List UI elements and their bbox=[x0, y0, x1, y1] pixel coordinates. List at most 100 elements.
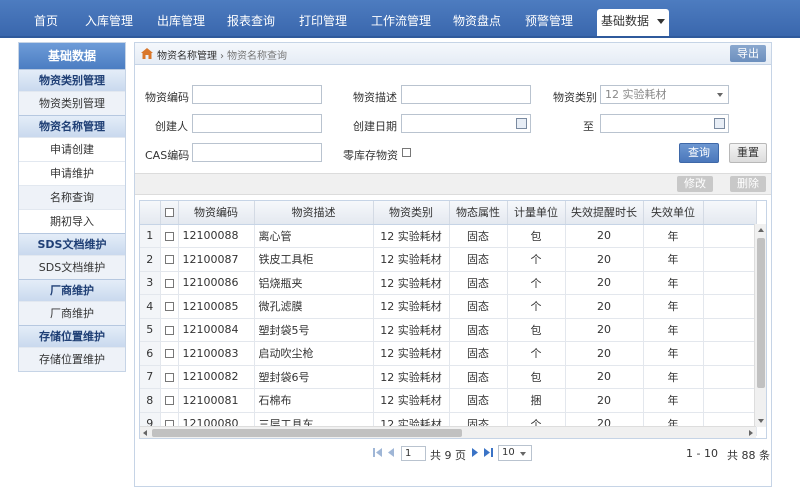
cas-label: CAS编码 bbox=[145, 149, 190, 162]
chevron-down-icon bbox=[520, 452, 526, 456]
page-number-input[interactable]: 1 bbox=[401, 446, 426, 461]
row-checkbox[interactable] bbox=[164, 278, 174, 288]
header-code[interactable]: 物资编码 bbox=[178, 201, 255, 225]
nav-outbound[interactable]: 出库管理 bbox=[150, 9, 212, 34]
table-row[interactable]: 6 12100083 启动吹尘枪 12 实验耗材 固态个 20 年 bbox=[140, 341, 757, 366]
category-select-value: 12 实验耗材 bbox=[605, 88, 667, 101]
cell-category: 12 实验耗材 bbox=[373, 247, 450, 272]
zero-stock-checkbox[interactable] bbox=[402, 148, 411, 157]
nav-workflow[interactable]: 工作流管理 bbox=[364, 9, 438, 34]
sidebar-group-sds[interactable]: SDS文档维护 bbox=[19, 233, 125, 255]
calendar-icon[interactable] bbox=[714, 118, 725, 129]
cell-unit: 捆 bbox=[507, 388, 566, 413]
row-select-cell[interactable] bbox=[160, 271, 179, 295]
header-rownum bbox=[140, 201, 161, 225]
page-size-select[interactable]: 10 bbox=[498, 445, 532, 461]
row-select-cell[interactable] bbox=[160, 365, 179, 389]
edit-button[interactable]: 修改 bbox=[677, 176, 713, 192]
cell-state: 固态 bbox=[449, 388, 508, 413]
prev-page-icon[interactable] bbox=[387, 448, 394, 457]
header-state[interactable]: 物态属性 bbox=[449, 201, 508, 225]
nav-inbound[interactable]: 入库管理 bbox=[78, 9, 140, 34]
scroll-up-icon[interactable] bbox=[758, 228, 764, 232]
nav-print[interactable]: 打印管理 bbox=[292, 9, 354, 34]
desc-input[interactable] bbox=[401, 85, 531, 104]
date-from-input[interactable] bbox=[401, 114, 531, 133]
cell-category: 12 实验耗材 bbox=[373, 271, 450, 295]
row-number: 7 bbox=[140, 365, 161, 389]
row-select-cell[interactable] bbox=[160, 294, 179, 319]
last-page-icon[interactable] bbox=[484, 448, 493, 457]
header-category[interactable]: 物资类别 bbox=[373, 201, 450, 225]
export-button[interactable]: 导出 bbox=[730, 45, 766, 62]
row-select-cell[interactable] bbox=[160, 388, 179, 413]
table-row[interactable]: 7 12100082 塑封袋6号 12 实验耗材 固态包 20 年 bbox=[140, 365, 757, 389]
horizontal-scrollbar[interactable] bbox=[140, 426, 756, 438]
total-records-text: 共 88 条 bbox=[727, 449, 770, 462]
row-select-cell[interactable] bbox=[160, 318, 179, 342]
nav-reports[interactable]: 报表查询 bbox=[220, 9, 282, 34]
table-row[interactable]: 4 12100085 微孔滤膜 12 实验耗材 固态个 20 年 bbox=[140, 294, 757, 319]
table-row[interactable]: 5 12100084 塑封袋5号 12 实验耗材 固态包 20 年 bbox=[140, 318, 757, 342]
row-checkbox[interactable] bbox=[164, 396, 174, 406]
nav-inventory[interactable]: 物资盘点 bbox=[446, 9, 508, 34]
scroll-down-icon[interactable] bbox=[758, 419, 764, 423]
sidebar-item-vendor[interactable]: 厂商维护 bbox=[19, 301, 125, 325]
row-checkbox[interactable] bbox=[164, 325, 174, 335]
horizontal-scroll-thumb[interactable] bbox=[152, 429, 462, 437]
row-checkbox[interactable] bbox=[164, 372, 174, 382]
scroll-left-icon[interactable] bbox=[143, 430, 147, 436]
query-button[interactable]: 查询 bbox=[679, 143, 719, 163]
row-number: 5 bbox=[140, 318, 161, 342]
next-page-icon[interactable] bbox=[472, 448, 479, 457]
nav-home[interactable]: 首页 bbox=[22, 9, 70, 34]
calendar-icon[interactable] bbox=[516, 118, 527, 129]
select-all-checkbox[interactable] bbox=[164, 208, 174, 218]
nav-basic-data[interactable]: 基础数据 bbox=[597, 9, 669, 36]
code-input[interactable] bbox=[192, 85, 322, 104]
row-checkbox[interactable] bbox=[164, 302, 174, 312]
cell-desc: 铝烧瓶夹 bbox=[254, 271, 374, 295]
category-select[interactable]: 12 实验耗材 bbox=[600, 85, 729, 104]
row-checkbox[interactable] bbox=[164, 231, 174, 241]
delete-button[interactable]: 删除 bbox=[730, 176, 766, 192]
header-filler bbox=[703, 201, 757, 225]
sidebar-group-category[interactable]: 物资类别管理 bbox=[19, 69, 125, 91]
row-select-cell[interactable] bbox=[160, 247, 179, 272]
reset-button[interactable]: 重置 bbox=[729, 143, 767, 163]
table-row[interactable]: 1 12100088 离心管 12 实验耗材 固态包 20 年 bbox=[140, 224, 757, 248]
sidebar-item-initial-import[interactable]: 期初导入 bbox=[19, 209, 125, 233]
breadcrumb-parent[interactable]: 物资名称管理 bbox=[157, 51, 217, 62]
sidebar-item-category-manage[interactable]: 物资类别管理 bbox=[19, 91, 125, 115]
nav-warning[interactable]: 预警管理 bbox=[518, 9, 580, 34]
grid-toolbar: 修改 删除 bbox=[135, 173, 771, 195]
sidebar-group-name[interactable]: 物资名称管理 bbox=[19, 115, 125, 137]
table-row[interactable]: 3 12100086 铝烧瓶夹 12 实验耗材 固态个 20 年 bbox=[140, 271, 757, 295]
table-row[interactable]: 2 12100087 铁皮工具柜 12 实验耗材 固态个 20 年 bbox=[140, 247, 757, 272]
cas-input[interactable] bbox=[192, 143, 322, 162]
header-expiry-unit[interactable]: 失效单位 bbox=[643, 201, 704, 225]
table-row[interactable]: 8 12100081 石棉布 12 实验耗材 固态捆 20 年 bbox=[140, 388, 757, 413]
sidebar-item-name-query[interactable]: 名称查询 bbox=[19, 185, 125, 209]
sidebar-group-vendor[interactable]: 厂商维护 bbox=[19, 279, 125, 301]
header-unit[interactable]: 计量单位 bbox=[507, 201, 566, 225]
row-checkbox[interactable] bbox=[164, 349, 174, 359]
vertical-scrollbar[interactable] bbox=[754, 224, 766, 427]
cell-filler bbox=[703, 224, 757, 248]
sidebar-item-apply-maintain[interactable]: 申请维护 bbox=[19, 161, 125, 185]
header-select-all[interactable] bbox=[160, 201, 179, 225]
scroll-right-icon[interactable] bbox=[749, 430, 753, 436]
sidebar-item-apply-create[interactable]: 申请创建 bbox=[19, 137, 125, 161]
first-page-icon[interactable] bbox=[373, 448, 382, 457]
sidebar-item-sds[interactable]: SDS文档维护 bbox=[19, 255, 125, 279]
row-select-cell[interactable] bbox=[160, 224, 179, 248]
sidebar-item-storage[interactable]: 存储位置维护 bbox=[19, 347, 125, 371]
sidebar-group-storage[interactable]: 存储位置维护 bbox=[19, 325, 125, 347]
creator-input[interactable] bbox=[192, 114, 322, 133]
row-select-cell[interactable] bbox=[160, 341, 179, 366]
row-checkbox[interactable] bbox=[164, 255, 174, 265]
header-expiry-duration[interactable]: 失效提醒时长 bbox=[565, 201, 644, 225]
header-desc[interactable]: 物资描述 bbox=[254, 201, 374, 225]
date-to-input[interactable] bbox=[600, 114, 729, 133]
vertical-scroll-thumb[interactable] bbox=[757, 238, 765, 388]
